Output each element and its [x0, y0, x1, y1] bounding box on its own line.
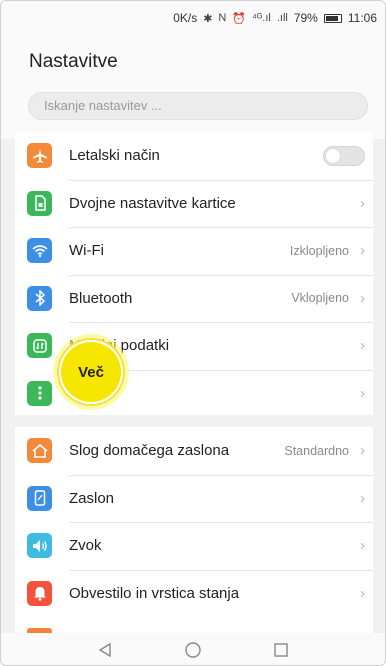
chevron-right-icon: ›	[360, 489, 365, 507]
chevron-right-icon: ›	[360, 384, 365, 402]
battery-icon	[323, 13, 342, 23]
setting-airplane-mode[interactable]: Letalski način	[15, 132, 373, 180]
display-icon	[27, 485, 52, 511]
signal-icon: .ıll	[276, 12, 288, 24]
setting-label: Slog domačega zaslona	[69, 442, 230, 460]
setting-notifications[interactable]: Obvestilo in vrstica stanja ›	[15, 569, 373, 618]
setting-value: Vklopljeno	[291, 291, 349, 306]
settings-header: Nastavitve Iskanje nastavitev ...	[1, 35, 385, 139]
chevron-right-icon: ›	[360, 337, 365, 355]
sim-card-icon	[27, 190, 52, 216]
battery-percent: 79%	[293, 11, 318, 25]
airplane-icon	[27, 143, 52, 169]
home-icon[interactable]	[179, 638, 207, 662]
mobile-data-icon	[27, 333, 52, 359]
home-icon	[27, 438, 52, 464]
bluetooth-icon	[27, 285, 52, 311]
clock: 11:06	[347, 11, 377, 25]
chevron-right-icon: ›	[360, 242, 365, 260]
alarm-icon: ⏰	[232, 12, 247, 25]
setting-label: Letalski način	[69, 147, 160, 165]
setting-value: Izklopljeno	[289, 243, 349, 258]
setting-dual-sim[interactable]: Dvojne nastavitve kartice ›	[15, 179, 373, 228]
setting-sound[interactable]: Zvok ›	[15, 522, 373, 570]
setting-value: Standardno	[284, 443, 349, 458]
recents-icon[interactable]	[267, 638, 295, 662]
navigation-bar	[1, 633, 385, 665]
search-input[interactable]: Iskanje nastavitev ...	[28, 92, 368, 120]
network-speed: 0K/s	[173, 11, 198, 25]
setting-display[interactable]: Zaslon ›	[15, 474, 373, 523]
wifi-icon	[27, 238, 52, 264]
tap-highlight: Več	[53, 334, 129, 410]
notification-icon	[27, 580, 52, 606]
setting-label: Zaslon	[69, 489, 115, 507]
setting-label: Dvojne nastavitve kartice	[69, 194, 236, 212]
airplane-mode-toggle[interactable]	[323, 145, 365, 166]
setting-label: Obvestilo in vrstica stanja	[69, 584, 240, 602]
sound-icon	[27, 533, 52, 559]
setting-bluetooth[interactable]: Bluetooth Vklopljeno ›	[15, 274, 373, 323]
chevron-right-icon: ›	[360, 584, 365, 602]
setting-label: Wi-Fi	[69, 242, 104, 260]
back-icon[interactable]	[91, 638, 119, 662]
chevron-right-icon: ›	[360, 442, 365, 460]
chevron-right-icon: ›	[360, 194, 365, 212]
bluetooth-icon: ✱	[203, 12, 213, 25]
chevron-right-icon: ›	[360, 537, 365, 555]
chevron-right-icon: ›	[360, 289, 365, 307]
more-icon	[27, 380, 52, 406]
nfc-icon: N	[218, 12, 227, 24]
setting-label: Več	[78, 363, 104, 381]
setting-home-screen-style[interactable]: Slog domačega zaslona Standardno ›	[15, 427, 373, 475]
status-bar: 0K/s ✱ N ⏰ ⁴ᴳ.ıl .ıll 79% 11:06	[1, 1, 385, 35]
setting-label: Zvok	[69, 537, 102, 555]
phone-screen: 0K/s ✱ N ⏰ ⁴ᴳ.ıl .ıll 79% 11:06 Nastavit…	[0, 0, 386, 666]
setting-wifi[interactable]: Wi-Fi Izklopljeno ›	[15, 227, 373, 275]
signal-4g-icon: ⁴ᴳ.ıl	[252, 12, 271, 24]
page-title: Nastavitve	[29, 51, 118, 72]
setting-label: Bluetooth	[69, 289, 133, 307]
settings-group-display: Slog domačega zaslona Standardno › Zaslo…	[15, 427, 373, 633]
